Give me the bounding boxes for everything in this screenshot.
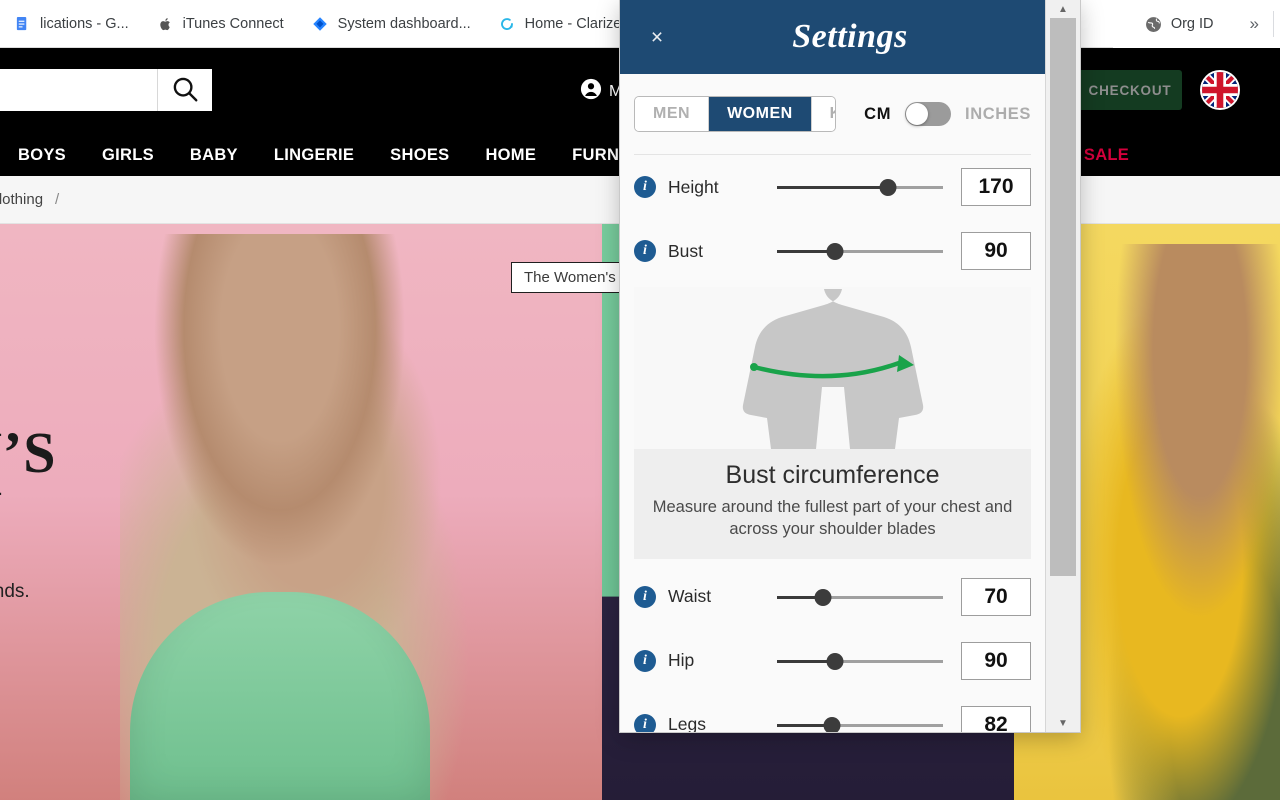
info-icon[interactable]: i bbox=[634, 176, 656, 198]
scroll-down-icon[interactable]: ▼ bbox=[1046, 714, 1080, 732]
bookmark-item-0[interactable]: lications - G... bbox=[0, 0, 143, 48]
unit-label-cm[interactable]: CM bbox=[864, 105, 891, 124]
settings-top-controls: MEN WOMEN KIDS CM INCHES bbox=[634, 74, 1031, 155]
measurement-row-waist: i Waist bbox=[620, 565, 1045, 629]
hero-subtext: r trends. bbox=[0, 580, 30, 602]
unit-toggle-group: CM INCHES bbox=[864, 102, 1031, 126]
bookmark-label: lications - G... bbox=[40, 15, 129, 32]
apple-icon bbox=[157, 15, 174, 32]
measurement-row-hip: i Hip bbox=[620, 629, 1045, 693]
dialog-scrollbar[interactable]: ▲ ▼ bbox=[1045, 0, 1080, 732]
search-input[interactable] bbox=[0, 69, 157, 111]
measurement-value-waist[interactable] bbox=[961, 577, 1031, 616]
measurement-row-legs: i Legs bbox=[620, 693, 1045, 732]
bookmark-label: Org ID bbox=[1170, 16, 1214, 32]
hero-text: N’S N r trends. bbox=[0, 424, 260, 603]
breadcrumb-separator: / bbox=[55, 191, 60, 208]
measurement-row-height: i Height bbox=[620, 155, 1045, 219]
dialog-title: Settings bbox=[792, 18, 908, 55]
scroll-up-icon[interactable]: ▲ bbox=[1046, 0, 1080, 18]
search-icon bbox=[170, 74, 200, 107]
bookmark-item-org-id[interactable]: Org ID bbox=[1131, 0, 1228, 48]
slider-thumb[interactable] bbox=[823, 716, 841, 732]
slider-thumb[interactable] bbox=[826, 243, 844, 260]
slider-fill bbox=[777, 186, 889, 189]
account-menu[interactable]: M bbox=[580, 78, 622, 105]
hero-headline-line2: N bbox=[0, 481, 260, 543]
info-icon[interactable]: i bbox=[634, 240, 656, 262]
bookmark-label: System dashboard... bbox=[337, 15, 471, 32]
slider-thumb[interactable] bbox=[879, 179, 897, 196]
slider-height[interactable] bbox=[777, 176, 943, 198]
globe-icon bbox=[1145, 16, 1162, 33]
settings-body: MEN WOMEN KIDS CM INCHES i Height bbox=[620, 74, 1045, 732]
scrollbar-thumb[interactable] bbox=[1050, 18, 1076, 576]
measurement-illustration: Bust circumference Measure around the fu… bbox=[634, 287, 1031, 559]
bookmark-label: iTunes Connect bbox=[182, 15, 284, 32]
search-button[interactable] bbox=[157, 69, 212, 111]
slider-thumb[interactable] bbox=[814, 588, 832, 606]
bookmark-bar-right: Org ID » bbox=[1112, 0, 1280, 48]
illustration-title: Bust circumference bbox=[725, 461, 940, 489]
nav-item-girls[interactable]: GIRLS bbox=[84, 146, 172, 165]
settings-dialog: × Settings MEN WOMEN KIDS CM INCHES bbox=[620, 0, 1080, 732]
measurement-label-waist: Waist bbox=[668, 586, 712, 607]
gender-tab-women[interactable]: WOMEN bbox=[708, 97, 811, 131]
illustration-description: Measure around the fullest part of your … bbox=[652, 498, 1013, 539]
info-icon[interactable]: i bbox=[634, 713, 656, 732]
bookmark-item-1[interactable]: iTunes Connect bbox=[143, 0, 298, 48]
nav-item-shoes[interactable]: SHOES bbox=[372, 146, 467, 165]
nav-item-baby[interactable]: BABY bbox=[172, 146, 256, 165]
toggle-knob bbox=[906, 103, 929, 125]
slider-hip[interactable] bbox=[777, 650, 943, 672]
measurement-value-bust[interactable] bbox=[961, 232, 1031, 270]
slider-bust[interactable] bbox=[777, 240, 943, 262]
slider-waist[interactable] bbox=[777, 586, 943, 608]
nav-item-boys[interactable]: BOYS bbox=[0, 146, 84, 165]
measurement-value-hip[interactable] bbox=[961, 641, 1031, 680]
measurement-value-legs[interactable] bbox=[961, 705, 1031, 732]
jira-icon bbox=[312, 15, 329, 32]
unit-label-inches[interactable]: INCHES bbox=[965, 105, 1031, 124]
info-icon[interactable]: i bbox=[634, 649, 656, 672]
measurement-label-height: Height bbox=[668, 176, 719, 197]
nav-item-lingerie[interactable]: LINGERIE bbox=[256, 146, 372, 165]
measurement-label-bust: Bust bbox=[668, 240, 704, 261]
illustration-caption: Bust circumference Measure around the fu… bbox=[634, 449, 1031, 559]
gender-segmented-control: MEN WOMEN KIDS bbox=[634, 96, 837, 132]
measurement-label-hip: Hip bbox=[668, 650, 695, 671]
gender-tab-men[interactable]: MEN bbox=[635, 97, 709, 131]
breadcrumb-item-clothing[interactable]: Clothing bbox=[0, 191, 43, 208]
search-box[interactable] bbox=[0, 69, 212, 111]
torso-diagram-icon bbox=[634, 287, 1031, 449]
slider-thumb[interactable] bbox=[826, 652, 844, 670]
measurement-label-legs: Legs bbox=[668, 714, 706, 732]
bookmarks-overflow-button[interactable]: » bbox=[1228, 14, 1273, 34]
hero-model-right-image bbox=[1050, 244, 1280, 800]
measurement-row-bust: i Bust bbox=[620, 219, 1045, 283]
uk-flag-icon[interactable] bbox=[1200, 70, 1240, 110]
settings-header: × Settings bbox=[620, 0, 1080, 74]
checkout-button[interactable]: CHECKOUT bbox=[1078, 70, 1182, 110]
close-icon[interactable]: × bbox=[646, 26, 668, 48]
unit-toggle-switch[interactable] bbox=[905, 102, 952, 126]
google-docs-icon bbox=[14, 15, 31, 32]
screen: lications - G... iTunes Connect System d… bbox=[0, 0, 1280, 800]
nav-item-home[interactable]: HOME bbox=[467, 146, 554, 165]
bookmark-item-2[interactable]: System dashboard... bbox=[298, 0, 485, 48]
toolbar-divider bbox=[1273, 11, 1274, 37]
gender-tab-kids[interactable]: KIDS bbox=[810, 97, 836, 131]
info-icon[interactable]: i bbox=[634, 585, 656, 608]
hero-headline-line1: N’S bbox=[0, 420, 57, 485]
measurement-value-height[interactable] bbox=[961, 168, 1031, 206]
slider-legs[interactable] bbox=[777, 714, 943, 732]
clarizen-icon bbox=[499, 15, 516, 32]
account-icon bbox=[580, 78, 602, 105]
